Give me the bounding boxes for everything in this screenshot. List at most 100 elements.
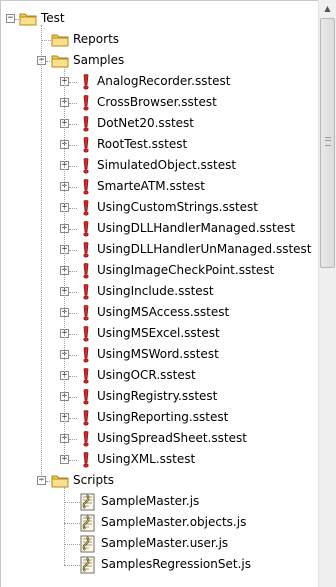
folder-icon (19, 12, 37, 26)
tree-test-item[interactable]: UsingDLLHandlerManaged.sstest (79, 218, 295, 239)
tree-test-item[interactable]: UsingDLLHandlerUnManaged.sstest (79, 239, 312, 260)
tree-script-item[interactable]: SampleMaster.js (79, 491, 199, 512)
tree-item-label: UsingMSExcel.sstest (97, 326, 220, 340)
tree-test-item[interactable]: UsingMSExcel.sstest (79, 323, 220, 344)
tree-connector (64, 522, 80, 524)
tree-guide-line (41, 24, 42, 481)
test-file-icon (79, 73, 93, 90)
tree-folder-reports[interactable]: Reports (51, 29, 119, 50)
tree-connector (69, 249, 77, 251)
root-expander-icon[interactable]: − (6, 14, 15, 23)
tree-test-item[interactable]: UsingSpreadSheet.sstest (79, 428, 247, 449)
tree-connector (69, 417, 77, 419)
test-file-icon (79, 94, 93, 111)
tree-test-item[interactable]: UsingOCR.sstest (79, 365, 196, 386)
tree-item-label: SampleMaster.user.js (101, 536, 229, 550)
tree-folder-scripts[interactable]: Scripts (51, 470, 114, 491)
tree-connector (69, 354, 77, 356)
tree-guide-line (64, 67, 65, 460)
tree-item-label: Samples (73, 53, 125, 67)
tree-connector (69, 81, 77, 83)
tree-test-item[interactable]: UsingInclude.sstest (79, 281, 214, 302)
tree-connector (69, 375, 77, 377)
tree-connector (69, 459, 77, 461)
tree-script-item[interactable]: SampleMaster.user.js (79, 533, 228, 554)
tree-test-item[interactable]: SmarteATM.sstest (79, 176, 205, 197)
tree-test-item[interactable]: SimulatedObject.sstest (79, 155, 236, 176)
tree-test-item[interactable]: UsingReporting.sstest (79, 407, 228, 428)
test-file-icon (79, 304, 93, 321)
tree-item-label: Scripts (73, 473, 115, 487)
tree-connector (69, 291, 77, 293)
tree-item-label: UsingDLLHandlerUnManaged.sstest (97, 242, 312, 256)
tree-item-label: Reports (73, 32, 120, 46)
test-file-icon (79, 409, 93, 426)
tree-folder-samples[interactable]: Samples (51, 50, 124, 71)
script-file-icon (79, 514, 97, 532)
tree-item-label: UsingRegistry.sstest (97, 389, 218, 403)
test-file-icon (79, 199, 93, 216)
tree-item-label: AnalogRecorder.sstest (97, 74, 231, 88)
test-file-icon (79, 430, 93, 447)
scroll-grip-icon (325, 137, 331, 146)
script-file-icon (79, 535, 97, 553)
test-file-icon (79, 136, 93, 153)
folder-icon (51, 474, 69, 488)
tree-item-label: RootTest.sstest (97, 137, 188, 151)
tree-test-item[interactable]: RootTest.sstest (79, 134, 187, 155)
tree-connector (69, 270, 77, 272)
tree-connector (69, 396, 77, 398)
tree-test-item[interactable]: UsingXML.sstest (79, 449, 195, 470)
tree-script-item[interactable]: SamplesRegressionSet.js (79, 554, 251, 575)
tree-connector (69, 207, 77, 209)
project-tree[interactable]: − Test Reports − Samples + AnalogRecorder.… (0, 0, 318, 587)
tree-item-label: SmarteATM.sstest (97, 179, 206, 193)
tree-connector (69, 228, 77, 230)
scroll-thumb[interactable] (320, 18, 335, 268)
tree-item-label: UsingDLLHandlerManaged.sstest (97, 221, 296, 235)
tree-test-item[interactable]: UsingImageCheckPoint.sstest (79, 260, 274, 281)
tree-item-label: SampleMaster.objects.js (101, 515, 247, 529)
tree-item-label: UsingImageCheckPoint.sstest (97, 263, 275, 277)
vertical-scrollbar[interactable]: ▲ (318, 0, 336, 587)
tree-connector (69, 123, 77, 125)
tree-item-label: UsingSpreadSheet.sstest (97, 431, 247, 445)
test-file-icon (79, 178, 93, 195)
test-file-icon (79, 367, 93, 384)
tree-test-item[interactable]: UsingRegistry.sstest (79, 386, 217, 407)
tree-item-label: CrossBrowser.sstest (97, 95, 217, 109)
scroll-up-arrow-icon[interactable]: ▲ (319, 0, 336, 17)
tree-connector (69, 186, 77, 188)
tree-item-label: UsingOCR.sstest (97, 368, 196, 382)
tree-connector (69, 333, 77, 335)
tree-item-label: SamplesRegressionSet.js (101, 557, 251, 571)
tree-item-label: UsingXML.sstest (97, 452, 196, 466)
tree-item-label: Test (41, 11, 65, 25)
tree-item-label: UsingMSWord.sstest (97, 347, 219, 361)
test-file-icon (79, 388, 93, 405)
test-file-icon (79, 262, 93, 279)
tree-test-item[interactable]: AnalogRecorder.sstest (79, 71, 231, 92)
test-file-icon (79, 346, 93, 363)
tree-test-item[interactable]: DotNet20.sstest (79, 113, 194, 134)
folder-icon (51, 33, 69, 47)
tree-connector (64, 501, 80, 503)
tree-connector (69, 312, 77, 314)
tree-item-label: SampleMaster.js (101, 494, 200, 508)
script-file-icon (79, 556, 97, 574)
test-file-icon (79, 241, 93, 258)
test-file-icon (79, 283, 93, 300)
tree-test-item[interactable]: CrossBrowser.sstest (79, 92, 217, 113)
tree-test-item[interactable]: UsingCustomStrings.sstest (79, 197, 258, 218)
test-file-icon (79, 115, 93, 132)
tree-item-label: SimulatedObject.sstest (97, 158, 237, 172)
tree-connector (69, 438, 77, 440)
script-file-icon (79, 493, 97, 511)
tree-item-label: UsingCustomStrings.sstest (97, 200, 258, 214)
tree-connector (69, 165, 77, 167)
folder-icon (51, 54, 69, 68)
tree-test-item[interactable]: UsingMSAccess.sstest (79, 302, 229, 323)
tree-script-item[interactable]: SampleMaster.objects.js (79, 512, 246, 533)
test-file-icon (79, 325, 93, 342)
tree-test-item[interactable]: UsingMSWord.sstest (79, 344, 219, 365)
